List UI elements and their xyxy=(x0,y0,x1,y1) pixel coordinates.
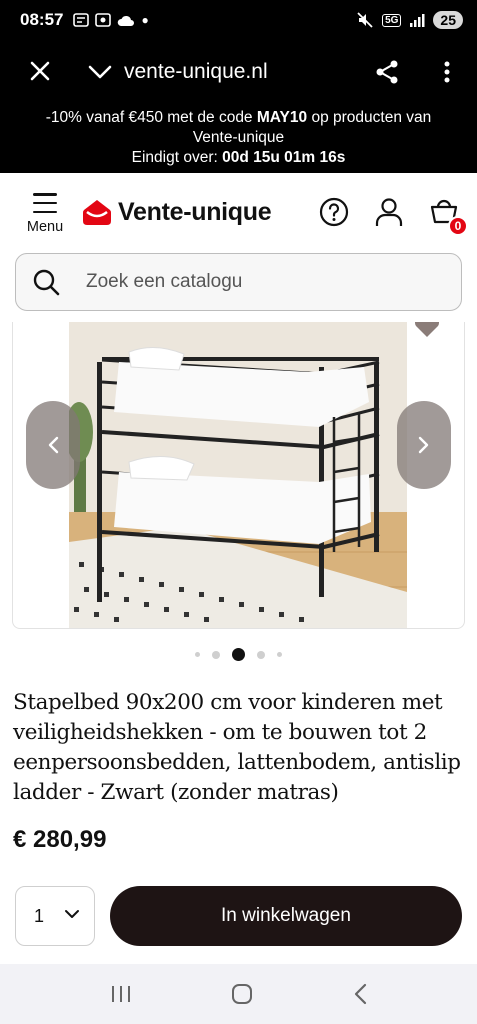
promo-countdown: Eindigt over: 00d 15u 01m 16s xyxy=(0,148,477,168)
menu-icon xyxy=(33,193,57,213)
battery-level: 25 xyxy=(433,11,463,29)
gallery-dot[interactable] xyxy=(257,650,265,659)
signal-icon xyxy=(410,14,425,27)
product-title: Stapelbed 90x200 cm voor kinderen met ve… xyxy=(13,690,461,805)
close-icon xyxy=(30,61,50,81)
home-icon[interactable] xyxy=(231,983,253,1005)
logo-house-icon xyxy=(83,200,111,225)
status-time: 08:57 xyxy=(20,10,64,29)
help-icon[interactable] xyxy=(319,197,349,227)
cloud-icon xyxy=(118,15,135,26)
screenshot-icon xyxy=(95,13,112,27)
promo-banner[interactable]: -10% vanaf €450 met de code MAY10 op pro… xyxy=(0,104,477,173)
share-button[interactable] xyxy=(357,59,417,85)
chevron-right-icon xyxy=(418,436,429,454)
dot-icon: ● xyxy=(141,13,149,27)
gallery-prev-button[interactable] xyxy=(26,401,80,489)
site-header: Menu Vente-unique 0 xyxy=(0,173,477,251)
system-navigation-bar xyxy=(0,964,477,1024)
network-type: 5G xyxy=(382,13,402,27)
countdown-value: 00d 15u 01m 16s xyxy=(222,149,346,166)
more-button[interactable] xyxy=(417,61,477,83)
gallery-dot[interactable] xyxy=(277,652,282,657)
gallery-dot[interactable] xyxy=(212,650,220,659)
product-image xyxy=(69,322,407,628)
add-to-cart-button[interactable]: In winkelwagen xyxy=(110,886,462,946)
user-icon[interactable] xyxy=(375,197,403,227)
status-bar: 08:57 ● 5G 25 xyxy=(0,0,477,40)
product-price: € 280,99 xyxy=(13,826,107,853)
status-notification-icons: ● xyxy=(73,13,149,27)
gallery-pagination xyxy=(0,648,477,661)
browser-toolbar: vente-unique.nl xyxy=(0,40,477,104)
url-text[interactable]: vente-unique.nl xyxy=(120,60,357,84)
share-icon xyxy=(376,60,398,84)
promo-code: MAY10 xyxy=(256,109,308,126)
chevron-left-icon xyxy=(48,436,59,454)
back-icon[interactable] xyxy=(353,983,367,1005)
chevron-down-icon xyxy=(88,65,112,79)
chevron-down-icon xyxy=(65,910,79,918)
promo-line-2: Vente-unique xyxy=(192,129,285,146)
promo-text: -10% vanaf €450 met de code xyxy=(45,109,257,126)
logo-text: Vente-unique xyxy=(118,197,272,226)
search-field[interactable]: Zoek een catalogu xyxy=(15,253,462,311)
quantity-value: 1 xyxy=(34,905,45,926)
search-icon xyxy=(33,269,60,296)
cart-button[interactable]: 0 xyxy=(429,195,468,236)
cart-count-badge: 0 xyxy=(448,215,468,236)
menu-button[interactable]: Menu xyxy=(0,189,90,235)
product-gallery[interactable] xyxy=(12,322,465,629)
close-button[interactable] xyxy=(0,57,80,87)
minimize-button[interactable] xyxy=(80,65,120,79)
promo-text-suffix: op producten van xyxy=(307,109,432,126)
menu-label: Menu xyxy=(26,219,64,235)
heart-icon[interactable] xyxy=(412,322,442,338)
gallery-dot[interactable] xyxy=(195,652,200,657)
gallery-dot-active[interactable] xyxy=(232,648,245,661)
gallery-next-button[interactable] xyxy=(397,401,451,489)
recent-apps-icon[interactable] xyxy=(110,984,132,1004)
mute-icon xyxy=(357,12,373,28)
quantity-select[interactable]: 1 xyxy=(15,886,95,946)
promo-line-1: -10% vanaf €450 met de code MAY10 op pro… xyxy=(0,108,477,128)
search-placeholder: Zoek een catalogu xyxy=(86,271,243,292)
more-icon xyxy=(444,61,450,83)
notification-icon xyxy=(73,13,90,27)
site-logo[interactable]: Vente-unique xyxy=(82,197,272,227)
countdown-label: Eindigt over: xyxy=(131,149,223,166)
